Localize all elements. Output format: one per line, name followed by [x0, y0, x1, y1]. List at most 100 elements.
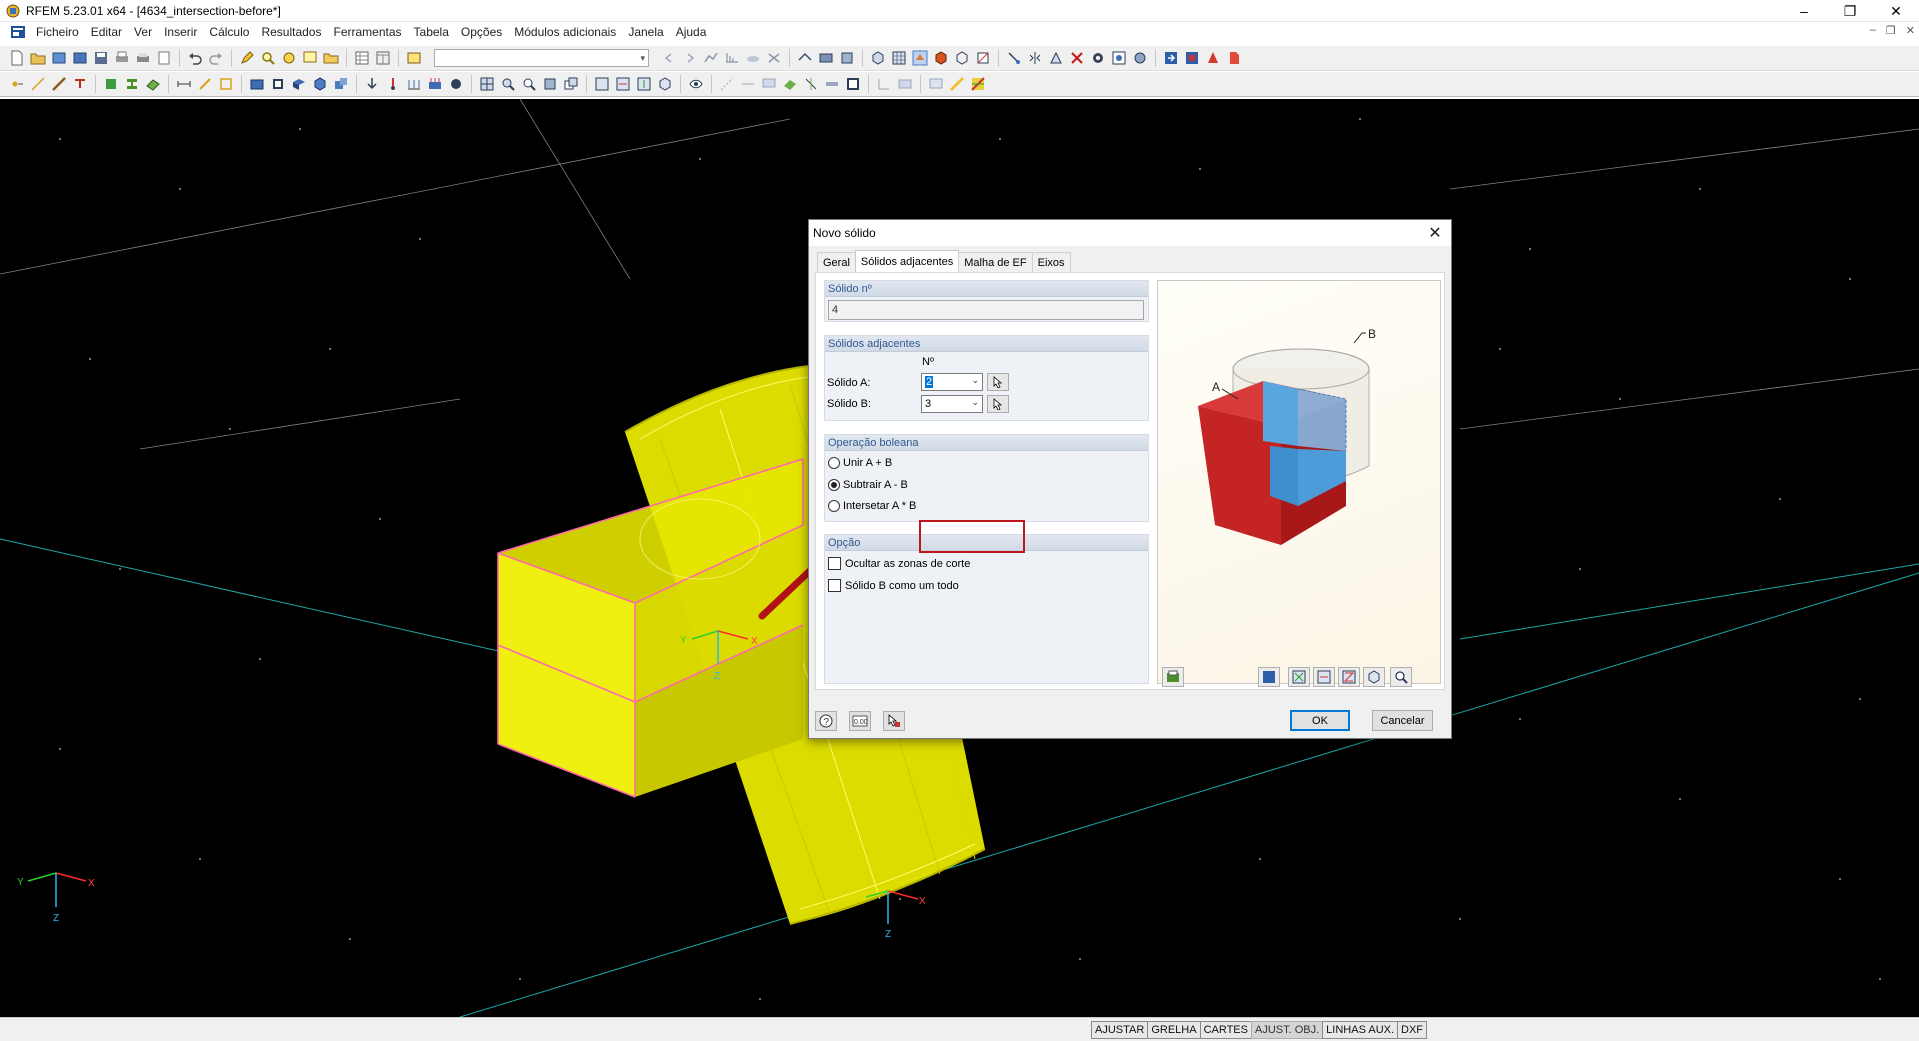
menu-opcoes[interactable]: Opções [455, 25, 508, 39]
find-icon[interactable] [520, 75, 538, 93]
menu-modulos-adicionais[interactable]: Módulos adicionais [508, 25, 622, 39]
menu-janela[interactable]: Janela [622, 25, 669, 39]
radio-intersect[interactable]: Intersetar A * B [828, 500, 916, 512]
menu-ajuda[interactable]: Ajuda [670, 25, 713, 39]
menu-calculo[interactable]: Cálculo [203, 25, 255, 39]
status-ajust-obj-button[interactable]: AJUST. OBJ. [1250, 1021, 1324, 1039]
tab-eixos[interactable]: Eixos [1031, 252, 1071, 272]
zoom-model-icon[interactable] [499, 75, 517, 93]
view-section-icon[interactable] [974, 49, 992, 67]
redo-icon[interactable] [207, 49, 225, 67]
load-case-select[interactable]: ▾ [434, 49, 649, 67]
print-icon[interactable] [113, 49, 131, 67]
status-ajustar-button[interactable]: AJUSTAR [1091, 1021, 1149, 1039]
surface-load-icon[interactable] [426, 75, 444, 93]
clipping-icon[interactable] [823, 75, 841, 93]
load-arrow-icon[interactable] [363, 75, 381, 93]
new-file-icon[interactable] [8, 49, 26, 67]
document-icon[interactable] [10, 25, 26, 39]
support-icon[interactable] [71, 75, 89, 93]
solid-b-whole-checkbox[interactable]: Sólido B como um todo [828, 579, 959, 592]
view-frame-icon[interactable] [541, 75, 559, 93]
color-palette-icon[interactable] [969, 75, 987, 93]
material-icon[interactable] [102, 75, 120, 93]
member-icon[interactable] [50, 75, 68, 93]
tab-geral[interactable]: Geral [817, 252, 856, 272]
printout-report-icon[interactable] [155, 49, 173, 67]
load-case-icon[interactable] [405, 49, 423, 67]
open-folder-icon[interactable] [29, 49, 47, 67]
member-load-icon[interactable] [405, 75, 423, 93]
results-x-icon[interactable] [765, 49, 783, 67]
view-grid-icon[interactable] [890, 49, 908, 67]
solid-b-select[interactable]: 3 ⌄ [921, 395, 983, 413]
pick-solid-a-button[interactable] [987, 373, 1009, 391]
zoom-window-icon[interactable] [301, 49, 319, 67]
cancel-button[interactable]: Cancelar [1372, 710, 1433, 731]
import-icon[interactable] [1183, 49, 1201, 67]
menu-editar[interactable]: Editar [85, 25, 128, 39]
model-blocks-icon[interactable] [290, 75, 308, 93]
preview-view-z-button[interactable] [1338, 667, 1360, 687]
previous-arrow-icon[interactable] [660, 49, 678, 67]
render-icon[interactable] [838, 49, 856, 67]
close-window-button[interactable]: ✕ [1873, 0, 1919, 22]
display-icon[interactable] [927, 75, 945, 93]
snapshot-icon[interactable] [1110, 49, 1128, 67]
view-solid-icon[interactable] [932, 49, 950, 67]
minimize-button[interactable]: – [1781, 0, 1827, 22]
comment-icon[interactable] [760, 75, 778, 93]
export-icon[interactable] [1162, 49, 1180, 67]
status-dxf-button[interactable]: DXF [1397, 1021, 1428, 1039]
mdi-restore-icon[interactable]: ❐ [1886, 24, 1896, 37]
mesh-icon[interactable] [478, 75, 496, 93]
ok-button[interactable]: OK [1290, 710, 1350, 731]
preview-view-minus-y-button[interactable] [1313, 667, 1335, 687]
settings-icon[interactable] [1131, 49, 1149, 67]
menu-resultados[interactable]: Resultados [255, 25, 327, 39]
zoom-all-icon[interactable] [280, 49, 298, 67]
preview-print-button[interactable] [1162, 667, 1184, 687]
status-grelha-button[interactable]: GRELHA [1147, 1021, 1201, 1039]
deformation-icon[interactable] [723, 49, 741, 67]
block-icon[interactable] [248, 75, 266, 93]
results-values-icon[interactable] [744, 49, 762, 67]
mdi-close-icon[interactable]: ✕ [1906, 24, 1915, 37]
radio-union[interactable]: Unir A + B [828, 457, 892, 469]
delete-icon[interactable] [1068, 49, 1086, 67]
undo-icon[interactable] [186, 49, 204, 67]
rotate-icon[interactable] [1047, 49, 1065, 67]
save-icon[interactable] [92, 49, 110, 67]
layers-icon[interactable] [844, 75, 862, 93]
view-wire-icon[interactable] [953, 49, 971, 67]
menu-ferramentas[interactable]: Ferramentas [327, 25, 407, 39]
cut-icon[interactable] [802, 75, 820, 93]
view-z-icon[interactable] [635, 75, 653, 93]
menu-ficheiro[interactable]: Ficheiro [30, 25, 85, 39]
next-arrow-icon[interactable] [681, 49, 699, 67]
menu-tabela[interactable]: Tabela [408, 25, 455, 39]
view-copy-icon[interactable] [562, 75, 580, 93]
view-iso-icon[interactable] [656, 75, 674, 93]
mdi-minimize-icon[interactable]: – [1870, 24, 1876, 37]
cross-section-icon[interactable] [123, 75, 141, 93]
view-render-active-icon[interactable] [911, 49, 929, 67]
help-button[interactable]: ? [815, 711, 837, 731]
view-minus-y-icon[interactable] [614, 75, 632, 93]
measure-icon[interactable] [1089, 49, 1107, 67]
tab-solidos-adjacentes[interactable]: Sólidos adjacentes [854, 250, 960, 272]
edit-pencil-icon[interactable] [238, 49, 256, 67]
results-icon[interactable] [702, 49, 720, 67]
status-linhas-aux-button[interactable]: LINHAS AUX. [1322, 1021, 1399, 1039]
model-arrows-icon[interactable] [796, 49, 814, 67]
restore-button[interactable]: ❐ [1827, 0, 1873, 22]
model-view-icon[interactable] [817, 49, 835, 67]
table-layout-icon[interactable] [374, 49, 392, 67]
table-icon[interactable] [353, 49, 371, 67]
surface-icon[interactable] [144, 75, 162, 93]
cube-icon[interactable] [311, 75, 329, 93]
decimals-button[interactable]: 0.00 [849, 711, 871, 731]
menu-inserir[interactable]: Inserir [158, 25, 203, 39]
solid-icon[interactable] [269, 75, 287, 93]
select-member-icon[interactable] [1005, 49, 1023, 67]
